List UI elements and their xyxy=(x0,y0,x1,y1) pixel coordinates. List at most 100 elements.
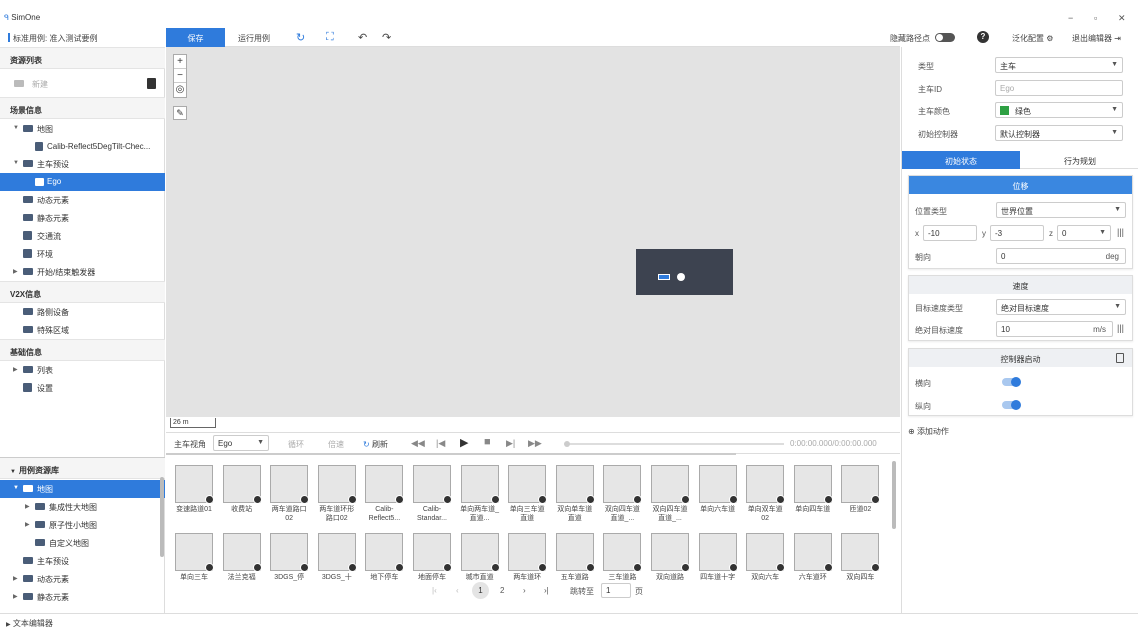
asset-item[interactable]: 两车道环形路口02 xyxy=(317,465,357,522)
refresh-icon[interactable]: ↻ xyxy=(296,31,305,44)
tree-item-ego-config[interactable]: ▼ 主车预设 xyxy=(0,155,165,173)
hide-path-points-toggle[interactable] xyxy=(935,33,955,42)
tree-item-list[interactable]: ▶ 列表 xyxy=(0,361,165,379)
step-forward-icon[interactable]: ▶| xyxy=(506,438,515,449)
asset-item[interactable]: 双向六车 xyxy=(745,533,786,585)
measure-ruler-icon[interactable]: ✎ xyxy=(173,106,187,120)
tree-item-ego[interactable]: Ego xyxy=(0,173,165,191)
help-icon[interactable]: ? xyxy=(977,31,989,43)
tree-item-dynamic[interactable]: 动态元素 xyxy=(0,191,165,209)
asset-item[interactable]: Calib-Reflect5... xyxy=(364,465,405,522)
asset-item[interactable]: 双向道路 xyxy=(650,533,690,585)
pager-last[interactable]: ›| xyxy=(544,586,549,595)
tree-item-map-file[interactable]: Calib-Reflect5DegTilt-Chec... xyxy=(0,138,165,156)
library-item-small-map[interactable]: ▶ 原子性小地图 xyxy=(0,516,165,534)
asset-item[interactable]: 单向双车道02 xyxy=(745,465,786,522)
lateral-toggle[interactable] xyxy=(1002,377,1021,387)
tree-item-trigger[interactable]: ▶ 开始/结束触发器 xyxy=(0,263,165,281)
generalize-config-button[interactable]: 泛化配置 ⚙ xyxy=(1012,28,1053,47)
asset-item[interactable]: 单向三车道直道 xyxy=(507,465,548,522)
y-input[interactable]: -3 xyxy=(990,225,1044,241)
asset-item[interactable]: 两车道路口02 xyxy=(269,465,310,522)
speed-button[interactable]: 倍速 xyxy=(328,439,344,450)
type-select[interactable]: 主车 ▼ xyxy=(995,57,1123,73)
asset-item[interactable]: 变速路道01 xyxy=(174,465,214,517)
tab-initial-state[interactable]: 初始状态 xyxy=(902,151,1020,169)
asset-item[interactable]: 城市直道 xyxy=(460,533,500,585)
tree-item-special-zone[interactable]: 特殊区域 xyxy=(0,321,165,339)
timeline-slider[interactable] xyxy=(564,441,784,447)
library-item-map[interactable]: ▼ 地图 xyxy=(0,480,165,498)
redo-icon[interactable]: ↷ xyxy=(382,31,391,44)
asset-item[interactable]: 单向六车道 xyxy=(698,465,738,517)
assets-scrollbar-v[interactable] xyxy=(892,461,896,529)
sidebar-scrollbar[interactable] xyxy=(160,477,164,557)
asset-item[interactable]: 双向四车道直道_... xyxy=(650,465,690,522)
controller-select[interactable]: 默认控制器 ▼ xyxy=(995,125,1123,141)
zoom-in-button[interactable]: + xyxy=(174,55,186,69)
asset-item[interactable]: 双向四车 xyxy=(840,533,881,585)
refresh-button[interactable]: ↻ 刷新 xyxy=(363,439,388,450)
library-item-custom-map[interactable]: 自定义地图 xyxy=(0,534,165,552)
close-button[interactable]: ✕ xyxy=(1118,13,1126,24)
asset-item[interactable]: 双向四车道直道_... xyxy=(602,465,643,522)
zoom-out-button[interactable]: − xyxy=(174,69,186,83)
run-case-button[interactable]: 运行用例 xyxy=(238,33,270,44)
new-button[interactable]: 新建 xyxy=(0,75,165,93)
locate-icon[interactable]: ◎ xyxy=(174,83,186,97)
asset-item[interactable]: 四车道十字 xyxy=(698,533,738,585)
text-editor-toggle[interactable]: ▶ 文本编辑器 xyxy=(6,618,53,629)
loop-button[interactable]: 循环 xyxy=(288,439,304,450)
minimize-button[interactable]: − xyxy=(1068,13,1073,23)
jump-page-input[interactable]: 1 xyxy=(601,583,631,598)
library-item-ego-preset[interactable]: 主车预设 xyxy=(0,552,165,570)
tree-item-settings[interactable]: 设置 xyxy=(0,379,165,397)
pager-page-2[interactable]: 2 xyxy=(500,586,504,595)
tree-item-env[interactable]: 环境 xyxy=(0,245,165,263)
tree-item-traffic[interactable]: 交通流 xyxy=(0,227,165,245)
tab-behavior[interactable]: 行为规划 xyxy=(1021,151,1138,169)
library-item-large-map[interactable]: ▶ 集成性大地图 xyxy=(0,498,165,516)
position-ruler-icon[interactable]: ||| xyxy=(1117,227,1124,237)
asset-item[interactable]: 三车道路 xyxy=(602,533,643,585)
scene-viewport[interactable]: + − ◎ ✎ xyxy=(166,47,900,417)
pager-page-1[interactable]: 1 xyxy=(472,582,489,599)
asset-item[interactable]: 两车道环 xyxy=(507,533,548,585)
asset-item[interactable]: 五车道路 xyxy=(555,533,595,585)
target-speed-type-select[interactable]: 绝对目标速度 ▼ xyxy=(996,299,1126,315)
save-button[interactable]: 保存 xyxy=(166,28,225,47)
fast-forward-icon[interactable]: ▶▶ xyxy=(528,438,542,449)
abs-speed-input[interactable]: 10 m/s xyxy=(996,321,1113,337)
asset-item[interactable]: 法兰克福 xyxy=(222,533,262,585)
play-icon[interactable]: ▶ xyxy=(460,436,468,449)
longitudinal-toggle[interactable] xyxy=(1002,400,1021,410)
step-back-icon[interactable]: |◀ xyxy=(436,438,445,449)
asset-item[interactable]: 单向四车道 xyxy=(793,465,833,517)
ego-id-input[interactable]: Ego xyxy=(995,80,1123,96)
x-input[interactable]: -10 xyxy=(923,225,977,241)
pos-type-select[interactable]: 世界位置 ▼ xyxy=(996,202,1126,218)
exit-editor-button[interactable]: 退出编辑器 ⇥ xyxy=(1072,28,1121,47)
asset-item[interactable]: 单向两车道_直道... xyxy=(460,465,500,522)
trash-icon[interactable] xyxy=(1116,353,1124,363)
asset-item[interactable]: 3DGS_十 xyxy=(317,533,357,585)
main-view-select[interactable]: Ego ▼ xyxy=(213,435,269,451)
asset-item[interactable]: 单向三车 xyxy=(174,533,214,585)
asset-item[interactable]: 双向单车道直道 xyxy=(555,465,595,522)
library-item-dynamic[interactable]: ▶ 动态元素 xyxy=(0,570,165,588)
delete-icon[interactable] xyxy=(147,78,156,89)
asset-item[interactable]: 地下停车 xyxy=(364,533,405,585)
speed-ruler-icon[interactable]: ||| xyxy=(1117,323,1124,333)
pager-first[interactable]: |‹ xyxy=(432,586,437,595)
asset-item[interactable]: 收费站 xyxy=(222,465,262,517)
heading-input[interactable]: 0 deg xyxy=(996,248,1126,264)
stop-icon[interactable]: ■ xyxy=(484,436,491,448)
ego-vehicle-preview[interactable] xyxy=(636,249,733,295)
restore-button[interactable]: ▫ xyxy=(1094,13,1097,23)
z-select[interactable]: 0 ▼ xyxy=(1057,225,1111,241)
tree-item-map[interactable]: ▼ 地图 xyxy=(0,120,165,138)
asset-item[interactable]: 六车道环 xyxy=(793,533,833,585)
fit-view-icon[interactable]: ⛶ xyxy=(326,31,334,44)
add-action-button[interactable]: ⊕ 添加动作 xyxy=(908,426,949,437)
pager-next[interactable]: › xyxy=(523,586,526,595)
